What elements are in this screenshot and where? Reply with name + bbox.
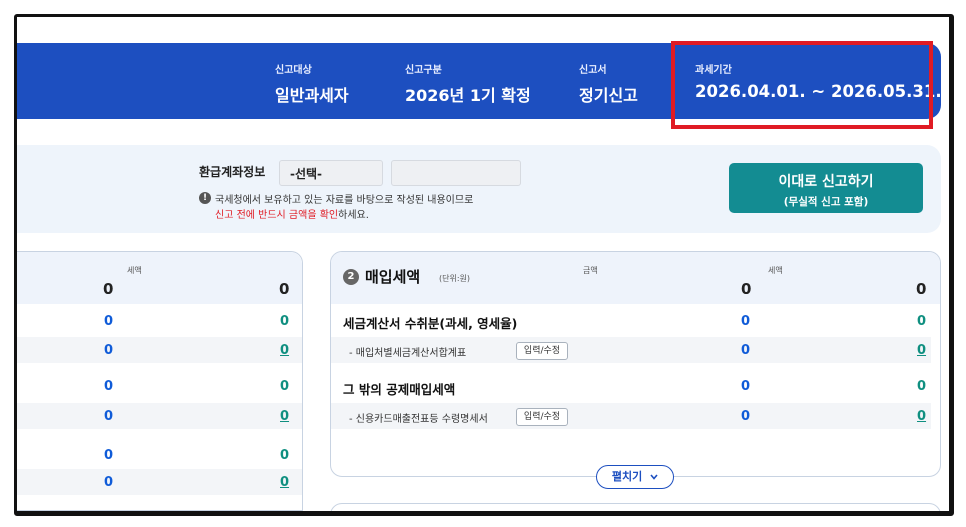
purchase-row-tax: 0 [917, 379, 927, 394]
chevron-down-icon [650, 466, 658, 488]
report-type-label: 신고구분 [405, 65, 442, 76]
purchase-tax-panel-header [331, 252, 940, 304]
section-number-badge: 2 [343, 269, 359, 285]
purchase-category-label: 그 밖의 공제매입세액 [343, 382, 456, 397]
left-row-tax-link[interactable]: 0 [280, 475, 289, 490]
purchase-subitem-label: - 매입처별세금계산서합계표 [349, 348, 467, 359]
notice-text-line2: 신고 전에 반드시 금액을 확인하세요. [215, 206, 369, 221]
tax-period-label: 과세기간 [695, 65, 732, 76]
left-row-amount: 0 [104, 475, 114, 490]
left-row-tax: 0 [280, 448, 290, 463]
screenshot-frame: 신고대상 일반과세자 신고구분 2026년 1기 확정 신고서 정기신고 과세기… [14, 14, 954, 516]
purchase-header-tax: 0 [916, 280, 927, 298]
submit-button-sublabel: (무실적 신고 포함) [783, 196, 869, 208]
report-target-label: 신고대상 [275, 65, 312, 76]
expand-button[interactable]: 펼치기 [596, 465, 674, 489]
purchase-row-amount: 0 [741, 379, 751, 394]
left-row-tax: 0 [280, 379, 290, 394]
left-tax-column-label: 세액 [127, 266, 142, 275]
bank-select[interactable]: -선택- [279, 160, 383, 186]
tax-period-value: 2026.04.01. ~ 2026.05.31. [695, 82, 942, 101]
tax-period: 과세기간 2026.04.01. ~ 2026.05.31. [695, 61, 942, 101]
account-number-input[interactable] [391, 160, 521, 186]
left-row-tax-link[interactable]: 0 [280, 409, 289, 424]
left-row-amount: 0 [104, 314, 114, 329]
report-form-value: 정기신고 [579, 86, 638, 105]
submit-button-label: 이대로 신고하기 [778, 174, 874, 190]
left-row-tax-link[interactable]: 0 [280, 343, 289, 358]
notice-text-line1: 국세청에서 보유하고 있는 자료를 바탕으로 작성된 내용이므로 [215, 195, 474, 206]
purchase-category-label: 세금계산서 수취분(과세, 영세율) [343, 316, 518, 331]
sales-tax-panel-header [17, 252, 302, 304]
purchase-tax-title: 매입세액 [365, 268, 421, 286]
purchase-subitem-label: - 신용카드매출전표등 수령명세서 [349, 414, 488, 425]
left-header-amount: 0 [103, 280, 114, 298]
report-type-value: 2026년 1기 확정 [405, 86, 531, 105]
purchase-row-tax-link[interactable]: 0 [917, 343, 926, 358]
left-row-amount: 0 [104, 448, 114, 463]
amount-column-label: 금액 [583, 266, 598, 275]
left-row-amount: 0 [104, 343, 114, 358]
left-row-tax: 0 [280, 314, 290, 329]
purchase-tax-unit: (단위:원) [439, 274, 471, 283]
left-row-shade [17, 469, 302, 495]
purchase-row-amount: 0 [741, 314, 751, 329]
purchase-row-tax-link[interactable]: 0 [917, 409, 926, 424]
edit-button[interactable]: 입력/수정 [516, 408, 568, 426]
expand-button-label: 펼치기 [611, 470, 643, 483]
report-target-value: 일반과세자 [275, 86, 349, 105]
report-form-label: 신고서 [579, 65, 607, 76]
next-panel [330, 503, 941, 511]
edit-button[interactable]: 입력/수정 [516, 342, 568, 360]
left-row-shade [17, 403, 302, 429]
left-row-amount: 0 [104, 409, 114, 424]
notice-icon: ! [199, 192, 211, 204]
purchase-header-amount: 0 [741, 280, 752, 298]
purchase-row-amount: 0 [741, 409, 751, 424]
report-type: 신고구분 2026년 1기 확정 [405, 61, 531, 106]
left-row-amount: 0 [104, 379, 114, 394]
report-target: 신고대상 일반과세자 [275, 61, 349, 106]
left-header-tax: 0 [279, 280, 290, 298]
tax-column-label: 세액 [768, 266, 783, 275]
submit-report-button[interactable]: 이대로 신고하기 (무실적 신고 포함) [729, 163, 923, 213]
purchase-row-amount: 0 [741, 343, 751, 358]
refund-account-label: 환급계좌정보 [199, 165, 266, 179]
notice-warning-text: 신고 전에 반드시 금액을 확인 [215, 210, 339, 221]
left-row-shade [17, 337, 302, 363]
purchase-row-tax: 0 [917, 314, 927, 329]
notice-text-rest: 하세요. [338, 210, 369, 221]
report-form: 신고서 정기신고 [579, 61, 638, 106]
